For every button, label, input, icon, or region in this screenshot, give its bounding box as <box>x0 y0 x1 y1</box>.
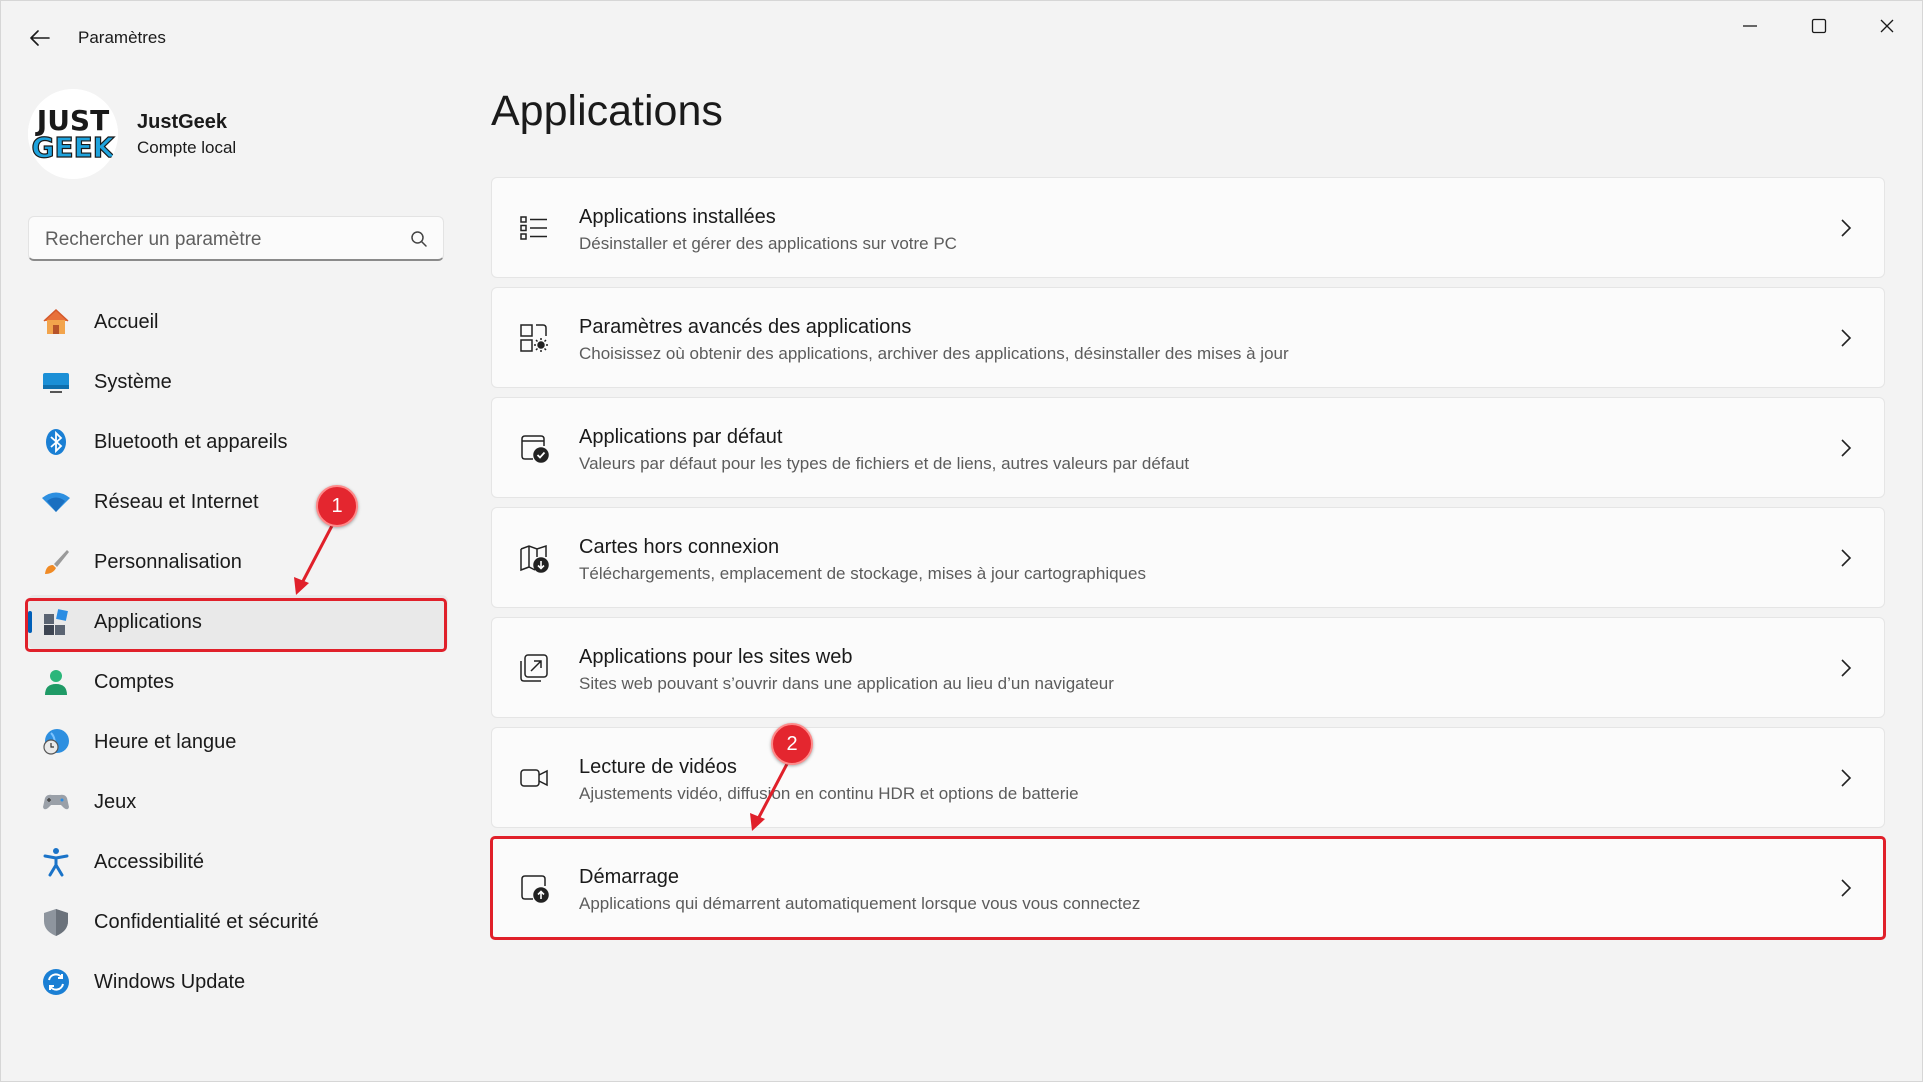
sidebar-item-label: Heure et langue <box>94 730 237 753</box>
card-advanced-app-settings[interactable]: Paramètres avancés des applications Choi… <box>491 287 1885 388</box>
sidebar-item-reseau[interactable]: Réseau et Internet <box>28 475 448 529</box>
sidebar-item-applications[interactable]: Applications <box>28 595 448 649</box>
sidebar-nav: Accueil Système Bluetooth et appareils R… <box>28 295 448 1015</box>
settings-window: Paramètres JUST GEEK JustGeek Compte loc… <box>0 0 1923 1082</box>
back-button[interactable] <box>23 21 57 55</box>
maximize-button[interactable] <box>1796 9 1842 43</box>
sidebar-item-jeux[interactable]: Jeux <box>28 775 448 829</box>
advanced-apps-icon <box>518 322 550 354</box>
settings-cards: Applications installées Désinstaller et … <box>491 177 1885 947</box>
sidebar-item-label: Bluetooth et appareils <box>94 430 288 453</box>
sidebar-item-label: Système <box>94 370 172 393</box>
app-title: Paramètres <box>78 28 166 47</box>
close-button[interactable] <box>1864 9 1910 43</box>
offline-maps-icon <box>518 542 550 574</box>
chevron-right-icon <box>1836 546 1856 570</box>
accessibility-icon <box>41 847 71 877</box>
system-icon <box>41 367 71 397</box>
sidebar-item-label: Personnalisation <box>94 550 242 573</box>
clock-globe-icon <box>41 727 71 757</box>
sidebar-item-windows-update[interactable]: Windows Update <box>28 955 448 1009</box>
sidebar-item-heure-langue[interactable]: Heure et langue <box>28 715 448 769</box>
card-title: Applications pour les sites web <box>579 646 853 668</box>
gamepad-icon <box>41 787 71 817</box>
maximize-icon <box>1811 18 1827 34</box>
card-title: Cartes hors connexion <box>579 536 780 558</box>
sidebar-item-personnalisation[interactable]: Personnalisation <box>28 535 448 589</box>
chevron-right-icon <box>1836 766 1856 790</box>
svg-text:GEEK: GEEK <box>32 131 116 164</box>
sidebar-item-label: Confidentialité et sécurité <box>94 910 319 933</box>
open-external-icon <box>518 652 550 684</box>
card-title: Démarrage <box>579 866 680 888</box>
card-apps-for-websites[interactable]: Applications pour les sites web Sites we… <box>491 617 1885 718</box>
search-icon[interactable] <box>409 229 429 249</box>
card-offline-maps[interactable]: Cartes hors connexion Téléchargements, e… <box>491 507 1885 608</box>
home-icon <box>41 307 71 337</box>
apps-icon <box>41 607 71 637</box>
shield-icon <box>41 907 71 937</box>
chevron-right-icon <box>1836 436 1856 460</box>
chevron-right-icon <box>1836 326 1856 350</box>
chevron-right-icon <box>1836 216 1856 240</box>
minimize-button[interactable] <box>1727 9 1773 43</box>
card-description: Ajustements vidéo, diffusion en continu … <box>579 784 1079 803</box>
user-icon <box>41 667 71 697</box>
minimize-icon <box>1743 25 1757 27</box>
account-type: Compte local <box>137 138 237 157</box>
card-title: Applications par défaut <box>579 426 783 448</box>
profile-name: JustGeek <box>137 111 228 133</box>
card-installed-apps[interactable]: Applications installées Désinstaller et … <box>491 177 1885 278</box>
video-icon <box>518 762 550 794</box>
card-description: Valeurs par défaut pour les types de fic… <box>579 454 1190 473</box>
card-startup[interactable]: Démarrage Applications qui démarrent aut… <box>491 837 1885 938</box>
close-icon <box>1880 19 1894 33</box>
search-box[interactable] <box>28 216 444 262</box>
card-video-playback[interactable]: Lecture de vidéos Ajustements vidéo, dif… <box>491 727 1885 828</box>
sidebar-item-confidentialite[interactable]: Confidentialité et sécurité <box>28 895 448 949</box>
title-bar: Paramètres <box>1 1 1922 73</box>
card-description: Sites web pouvant s’ouvrir dans une appl… <box>579 674 1114 693</box>
sidebar-item-bluetooth[interactable]: Bluetooth et appareils <box>28 415 448 469</box>
card-description: Désinstaller et gérer des applications s… <box>579 234 957 253</box>
justgeek-logo: JUST GEEK <box>28 89 118 179</box>
card-title: Lecture de vidéos <box>579 756 737 778</box>
sidebar-item-label: Accueil <box>94 310 159 333</box>
chevron-right-icon <box>1836 876 1856 900</box>
card-default-apps[interactable]: Applications par défaut Valeurs par défa… <box>491 397 1885 498</box>
sidebar-item-comptes[interactable]: Comptes <box>28 655 448 709</box>
page-title: Applications <box>491 87 723 135</box>
sidebar-item-label: Comptes <box>94 670 175 693</box>
chevron-right-icon <box>1836 656 1856 680</box>
sidebar-item-accueil[interactable]: Accueil <box>28 295 448 349</box>
card-title: Paramètres avancés des applications <box>579 316 912 338</box>
back-arrow-icon <box>30 30 50 46</box>
card-description: Choisissez où obtenir des applications, … <box>579 344 1289 363</box>
sidebar-item-label: Accessibilité <box>94 850 205 873</box>
wifi-icon <box>41 487 71 517</box>
card-description: Téléchargements, emplacement de stockage… <box>579 564 1146 583</box>
step-badge-2: 2 <box>771 723 813 765</box>
list-icon <box>518 212 550 244</box>
sidebar-item-label: Windows Update <box>94 970 246 993</box>
startup-icon <box>518 872 550 904</box>
avatar: JUST GEEK <box>28 89 118 179</box>
sidebar-item-label: Jeux <box>94 790 137 813</box>
sidebar-item-label: Applications <box>94 610 202 633</box>
sidebar-item-accessibilite[interactable]: Accessibilité <box>28 835 448 889</box>
sidebar-item-label: Réseau et Internet <box>94 490 259 513</box>
card-title: Applications installées <box>579 206 776 228</box>
step-badge-1: 1 <box>316 485 358 527</box>
sidebar-item-systeme[interactable]: Système <box>28 355 448 409</box>
card-description: Applications qui démarrent automatiqueme… <box>579 894 1141 913</box>
search-input[interactable] <box>43 217 387 262</box>
update-icon <box>41 967 71 997</box>
brush-icon <box>41 547 71 577</box>
default-apps-icon <box>518 432 550 464</box>
bluetooth-icon <box>41 427 71 457</box>
